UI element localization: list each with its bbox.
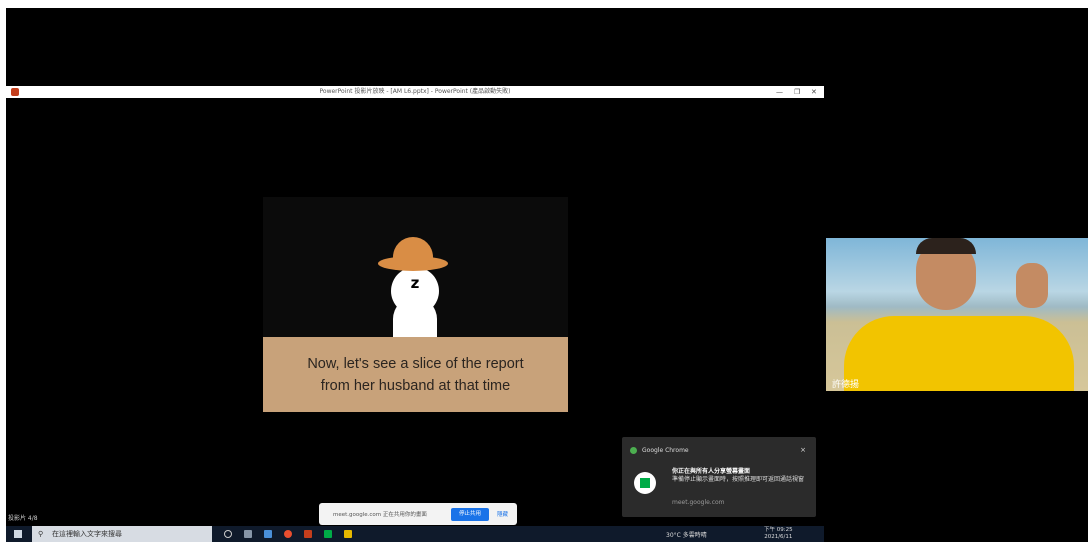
search-icon: ⚲ <box>38 530 44 538</box>
powerpoint-titlebar: PowerPoint 投影片放映 - [AM L6.pptx] - PowerP… <box>6 86 824 98</box>
meet-logo-mark <box>640 478 650 488</box>
caption-line-2: from her husband at that time <box>320 377 511 394</box>
window-title: PowerPoint 投影片放映 - [AM L6.pptx] - PowerP… <box>319 88 511 95</box>
weather-status[interactable]: 30°C 多雲時晴 <box>666 530 707 539</box>
notification-app-name: Google Chrome <box>642 447 689 454</box>
taskbar-clock[interactable]: 下午 09:25 2021/6/11 <box>764 527 793 541</box>
participant-name: 許德揚 <box>832 380 860 390</box>
hat-crown <box>393 237 433 267</box>
participant-hair <box>916 238 976 254</box>
notification-close-icon[interactable]: × <box>800 446 806 454</box>
close-button[interactable]: ✕ <box>811 86 817 98</box>
meet-taskbar-icon[interactable] <box>324 530 332 538</box>
notification-source: meet.google.com <box>672 499 725 506</box>
minimize-button[interactable]: — <box>776 86 783 98</box>
participant-hand <box>1016 263 1048 308</box>
caption-line-1: Now, let's see a slice of the report <box>307 355 524 372</box>
task-view-icon[interactable] <box>244 530 252 538</box>
folder-icon[interactable] <box>344 530 352 538</box>
stop-sharing-button[interactable]: 停止共用 <box>451 508 489 521</box>
notification-title: 你正在與所有人分享螢幕畫面 <box>672 468 751 475</box>
windows-start-icon[interactable] <box>14 530 22 538</box>
restore-button[interactable]: ❐ <box>794 86 800 98</box>
clock-date: 2021/6/11 <box>764 534 793 540</box>
participant-video-tile[interactable]: 許德揚 <box>826 238 1088 391</box>
clock-time: 下午 09:25 <box>764 527 793 533</box>
presentation-slide: z Now, let's see a slice of the report f… <box>263 197 568 412</box>
google-meet-icon <box>634 472 656 494</box>
slide-counter: 投影片 4/8 <box>8 515 38 522</box>
chrome-notification[interactable]: Google Chrome × 你正在與所有人分享螢幕畫面 準備停止顯示畫面時，… <box>622 437 816 517</box>
hide-share-bar-button[interactable]: 隱藏 <box>497 510 508 518</box>
powerpoint-taskbar-icon[interactable] <box>304 530 312 538</box>
chrome-icon[interactable] <box>284 530 292 538</box>
notification-body: 準備停止顯示畫面時，按照推理即可返回通話視窗 <box>672 476 805 483</box>
cortana-icon[interactable] <box>224 530 232 538</box>
windows-taskbar: ⚲ 在這裡輸入文字來搜尋 30°C 多雲時晴 下午 09:25 2021/6/1… <box>6 526 824 542</box>
share-status-text: meet.google.com 正在共用你的畫面 <box>333 512 427 518</box>
search-placeholder: 在這裡輸入文字來搜尋 <box>52 530 122 538</box>
slide-caption: Now, let's see a slice of the report fro… <box>263 337 568 412</box>
participant-shirt <box>844 316 1074 391</box>
sleep-z-text: z <box>410 274 420 292</box>
chrome-small-icon <box>630 447 637 454</box>
screen-share-bar: meet.google.com 正在共用你的畫面 停止共用 隱藏 <box>319 503 517 525</box>
file-explorer-icon[interactable] <box>264 530 272 538</box>
taskbar-search-box[interactable]: ⚲ 在這裡輸入文字來搜尋 <box>32 526 212 542</box>
